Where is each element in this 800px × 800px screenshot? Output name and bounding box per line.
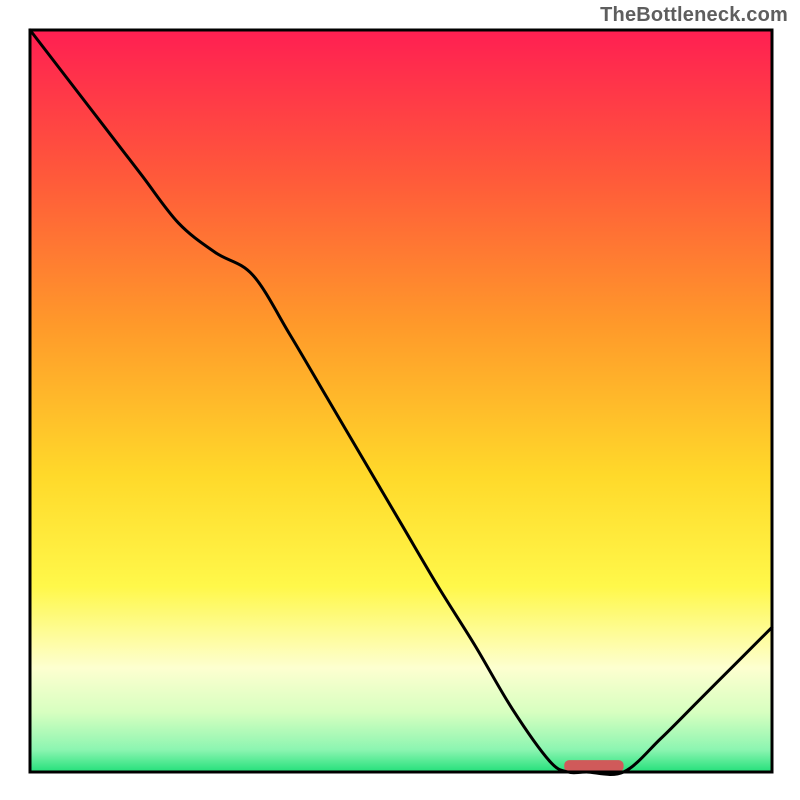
optimum-marker — [564, 760, 623, 772]
plot-background — [30, 30, 772, 772]
bottleneck-chart-svg — [0, 0, 800, 800]
chart-container: TheBottleneck.com — [0, 0, 800, 800]
